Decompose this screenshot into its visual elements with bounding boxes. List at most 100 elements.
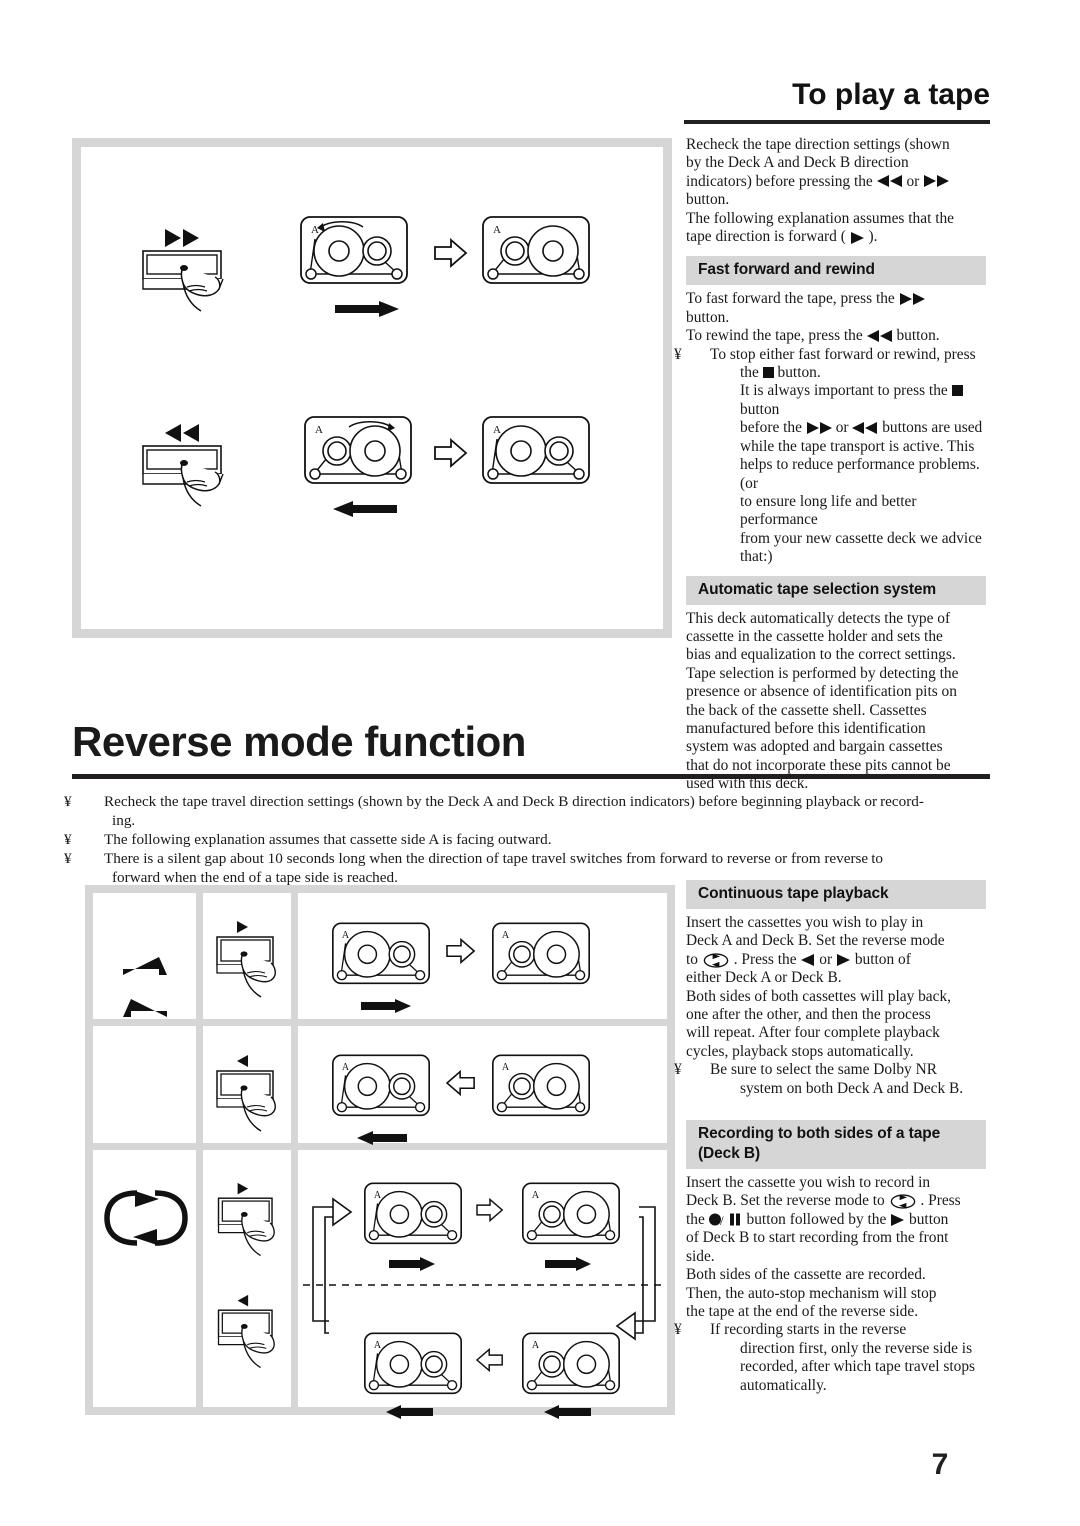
play-forward-button-illustration bbox=[215, 1181, 287, 1267]
transition-arrow-right bbox=[433, 437, 469, 469]
stop-icon bbox=[951, 385, 963, 397]
cassette-after-rewind: A bbox=[481, 415, 591, 493]
cassette-reverse-row2-before: A bbox=[491, 1053, 591, 1125]
note-bullet: ¥ bbox=[64, 850, 72, 867]
title-rule bbox=[72, 774, 990, 779]
intro-line-1: Recheck the tape direction settings (sho… bbox=[686, 136, 950, 153]
play-forward-icon bbox=[890, 1214, 905, 1227]
page-number: 7 bbox=[931, 1448, 949, 1481]
rec-line: Insert the cassette you wish to record i… bbox=[686, 1174, 931, 1192]
cont-line: cycles, playback stops automatically. bbox=[686, 1042, 914, 1060]
svg-text:A: A bbox=[532, 1340, 540, 1351]
ff-note-line-4: before the or buttons are used bbox=[740, 419, 983, 437]
rec-line: Both sides of the cassette are recorded. bbox=[686, 1266, 926, 1284]
auto-line: Tape selection is performed by detecting… bbox=[686, 664, 959, 682]
svg-text:A: A bbox=[342, 930, 350, 941]
auto-line: presence or absence of identification pi… bbox=[686, 683, 957, 701]
rec-line: the / button followed by the button bbox=[686, 1210, 949, 1228]
play-a-tape-figure: A A A A bbox=[72, 138, 672, 638]
transition-arrow-left bbox=[445, 1069, 477, 1097]
tape-travel-arrow-left bbox=[331, 501, 397, 517]
note-bullet: ¥ bbox=[64, 831, 72, 848]
stop-icon bbox=[762, 367, 774, 379]
ff-note-line-7: to ensure long life and better performan… bbox=[740, 492, 917, 529]
cassette-after-fast-forward: A bbox=[481, 215, 591, 293]
cont-note-line-2: system on both Deck A and Deck B. bbox=[740, 1079, 964, 1097]
svg-text:A: A bbox=[493, 224, 501, 236]
fast-forward-button-illustration bbox=[141, 227, 241, 317]
continuous-note: ¥ Be sure to select the same Dolby NR sys… bbox=[674, 1061, 986, 1098]
section-header-automatic-tape-selection-system: Automatic tape selection system bbox=[686, 575, 986, 605]
svg-text:A: A bbox=[374, 1340, 382, 1351]
reverse-mode-loop-icon bbox=[702, 953, 730, 968]
cassette-cycle-3: A bbox=[521, 1331, 621, 1403]
title-rule bbox=[684, 120, 990, 124]
tape-travel-arrow-right bbox=[545, 1257, 593, 1271]
svg-text:A: A bbox=[532, 1190, 540, 1201]
table-row-divider bbox=[93, 1019, 667, 1026]
ff-note-line-8: from your new cassette deck we advice bbox=[740, 529, 982, 547]
intro-line-4: button. bbox=[686, 191, 730, 209]
reverse-mode-table: A A A A A A A A bbox=[85, 885, 675, 1419]
rec-line: of Deck B to start recording from the fr… bbox=[686, 1229, 949, 1247]
play-reverse-button-illustration bbox=[215, 1053, 287, 1143]
cassette-before-rewind: A bbox=[303, 415, 413, 493]
svg-text:A: A bbox=[493, 424, 501, 436]
auto-line: the back of the cassette shell. Cassette… bbox=[686, 701, 927, 719]
cassette-cycle-4: A bbox=[363, 1331, 463, 1403]
ff-note-line-1: ¥ To stop either fast forward or rewind, … bbox=[674, 345, 976, 363]
intro-line-3: indicators) before pressing the or bbox=[686, 173, 986, 191]
cassette-reverse-row1-after: A bbox=[491, 921, 591, 993]
intro-paragraph: Recheck the tape direction settings (sho… bbox=[686, 136, 986, 246]
cont-line: will repeat. After four complete playbac… bbox=[686, 1024, 940, 1042]
recording-paragraph: Insert the cassette you wish to record i… bbox=[686, 1174, 986, 1321]
note-bullet: ¥ bbox=[674, 1061, 682, 1079]
ff-paragraph: To fast forward the tape, press the butt… bbox=[686, 290, 986, 345]
tape-travel-arrow-right bbox=[389, 1257, 437, 1271]
cassette-cycle-1: A bbox=[363, 1181, 463, 1253]
rewind-icon bbox=[866, 329, 893, 342]
auto-line: bias and equalization to the correct set… bbox=[686, 646, 956, 664]
reverse-mode-loop-icon bbox=[889, 1194, 917, 1210]
page-title-reverse-mode-function: Reverse mode function bbox=[72, 718, 526, 765]
reverse-mode-forward-icon bbox=[115, 955, 173, 981]
cont-line: Deck A and Deck B. Set the reverse mode bbox=[686, 932, 945, 950]
reverse-note-1: ¥ Recheck the tape travel direction setti… bbox=[64, 793, 924, 810]
reverse-mode-loop-icon bbox=[101, 1183, 191, 1253]
intro-line-2: by the Deck A and Deck B direction bbox=[686, 154, 909, 172]
tape-travel-arrow-left bbox=[355, 1131, 407, 1145]
tape-travel-arrow-left bbox=[385, 1405, 433, 1419]
manual-page: To play a tape Recheck the tape directio… bbox=[0, 0, 1080, 1526]
page-title-to-play-a-tape: To play a tape bbox=[792, 78, 990, 111]
right-column-bottom: Continuous tape playback Insert the cass… bbox=[674, 880, 986, 1395]
auto-line: cassette in the cassette holder and sets… bbox=[686, 627, 943, 645]
tape-travel-arrow-right bbox=[335, 301, 401, 317]
tape-travel-arrow-left bbox=[543, 1405, 591, 1419]
rec-line: side. bbox=[686, 1247, 715, 1265]
transition-arrow-right bbox=[433, 237, 469, 269]
reverse-mode-reverse-icon bbox=[115, 997, 173, 1023]
svg-text:/: / bbox=[720, 1213, 724, 1228]
ff-note-line-9: that:) bbox=[740, 548, 773, 566]
record-pause-icon: / bbox=[708, 1213, 743, 1228]
table-column-divider bbox=[196, 893, 203, 1407]
reverse-note-2: ¥ The following explanation assumes that … bbox=[64, 831, 552, 848]
svg-text:A: A bbox=[342, 1062, 350, 1073]
cont-line: to . Press the or button of bbox=[686, 950, 911, 968]
ff-line-3: To rewind the tape, press the button. bbox=[686, 327, 940, 345]
svg-text:A: A bbox=[502, 930, 510, 941]
auto-paragraph: This deck automatically detects the type… bbox=[686, 610, 986, 794]
tape-travel-arrow-right bbox=[361, 999, 413, 1013]
ff-note-line-3: It is always important to press the butt… bbox=[718, 382, 986, 419]
recording-heading-line-2: (Deck B) bbox=[698, 1145, 761, 1163]
note-bullet: ¥ bbox=[674, 1321, 682, 1339]
ff-note-line-6: helps to reduce performance problems. (o… bbox=[740, 456, 980, 492]
cassette-reverse-row2-after: A bbox=[331, 1053, 431, 1125]
ff-line-1: To fast forward the tape, press the bbox=[686, 290, 986, 308]
rec-line: Deck B. Set the reverse mode to . Press bbox=[686, 1192, 961, 1210]
svg-text:A: A bbox=[502, 1062, 510, 1073]
rec-line: the tape at the end of the reverse side. bbox=[686, 1302, 919, 1320]
play-forward-icon bbox=[850, 231, 865, 244]
rec-note-line-3: recorded, after which tape travel stops bbox=[740, 1358, 976, 1376]
intro-line-5: The following explanation assumes that t… bbox=[686, 209, 954, 227]
